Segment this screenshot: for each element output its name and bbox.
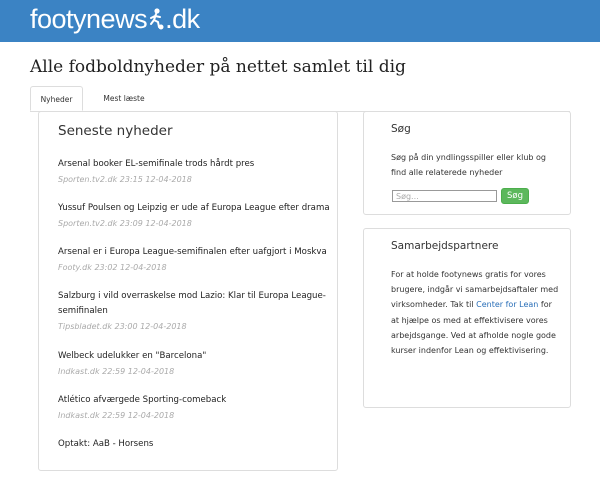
partners-panel: Samarbejdspartnere For at holde footynew… [363,228,571,408]
news-title-link[interactable]: Yussuf Poulsen og Leipzig er ude af Euro… [58,201,330,216]
logo-text-left: footynews [30,4,148,34]
tab-bar: Nyheder Mest læste [30,86,570,112]
search-heading: Søg [391,123,411,135]
news-source-time: Sporten.tv2.dk 23:09 12-04-2018 [58,219,192,228]
partners-description: For at holde footynews gratis for vores … [391,267,561,358]
search-description: Søg på din yndlingsspiller eller klub og… [391,153,546,177]
latest-news-panel: Seneste nyheder Arsenal booker EL-semifi… [38,111,338,471]
tab-mest-laeste[interactable]: Mest læste [94,86,154,111]
news-item: Welbeck udelukker en "Barcelona" Indkast… [58,349,330,393]
news-title-link[interactable]: Arsenal er i Europa League-semifinalen e… [58,245,330,260]
page-title: Alle fodboldnyheder på nettet samlet til… [30,57,406,77]
news-title-link[interactable]: Salzburg i vild overraskelse mod Lazio: … [58,289,330,319]
news-item: Yussuf Poulsen og Leipzig er ude af Euro… [58,201,330,245]
news-title-link[interactable]: Arsenal booker EL-semifinale trods hårdt… [58,157,330,172]
news-item: Arsenal er i Europa League-semifinalen e… [58,245,330,289]
news-source-time: Sporten.tv2.dk 23:15 12-04-2018 [58,175,192,184]
news-item: Salzburg i vild overraskelse mod Lazio: … [58,289,330,349]
partners-heading: Samarbejdspartnere [391,240,499,252]
news-source-time: Footy.dk 23:02 12-04-2018 [58,263,167,272]
tab-nyheder[interactable]: Nyheder [30,86,83,111]
news-source-time: Tipsbladet.dk 23:00 12-04-2018 [58,322,187,331]
search-button[interactable]: Søg [501,188,529,204]
news-source-time: Indkast.dk 22:59 12-04-2018 [58,367,175,376]
news-list: Arsenal booker EL-semifinale trods hårdt… [58,157,330,481]
search-input[interactable] [392,190,497,202]
news-source-time: Indkast.dk 22:59 12-04-2018 [58,411,175,420]
site-logo[interactable]: footynews .dk [30,4,200,35]
logo-text-right: .dk [165,4,200,34]
football-player-icon [148,6,164,30]
top-navbar: footynews .dk [0,0,600,42]
latest-news-heading: Seneste nyheder [58,123,173,139]
news-item: Arsenal booker EL-semifinale trods hårdt… [58,157,330,201]
center-for-lean-link[interactable]: Center for Lean [476,300,538,309]
news-title-link[interactable]: Welbeck udelukker en "Barcelona" [58,349,330,364]
news-item: Optakt: AaB - Horsens [58,437,330,481]
news-title-link[interactable]: Atlético afværgede Sporting-comeback [58,393,330,408]
news-item: Atlético afværgede Sporting-comeback Ind… [58,393,330,437]
search-panel: Søg Søg på din yndlingsspiller eller klu… [363,111,571,215]
